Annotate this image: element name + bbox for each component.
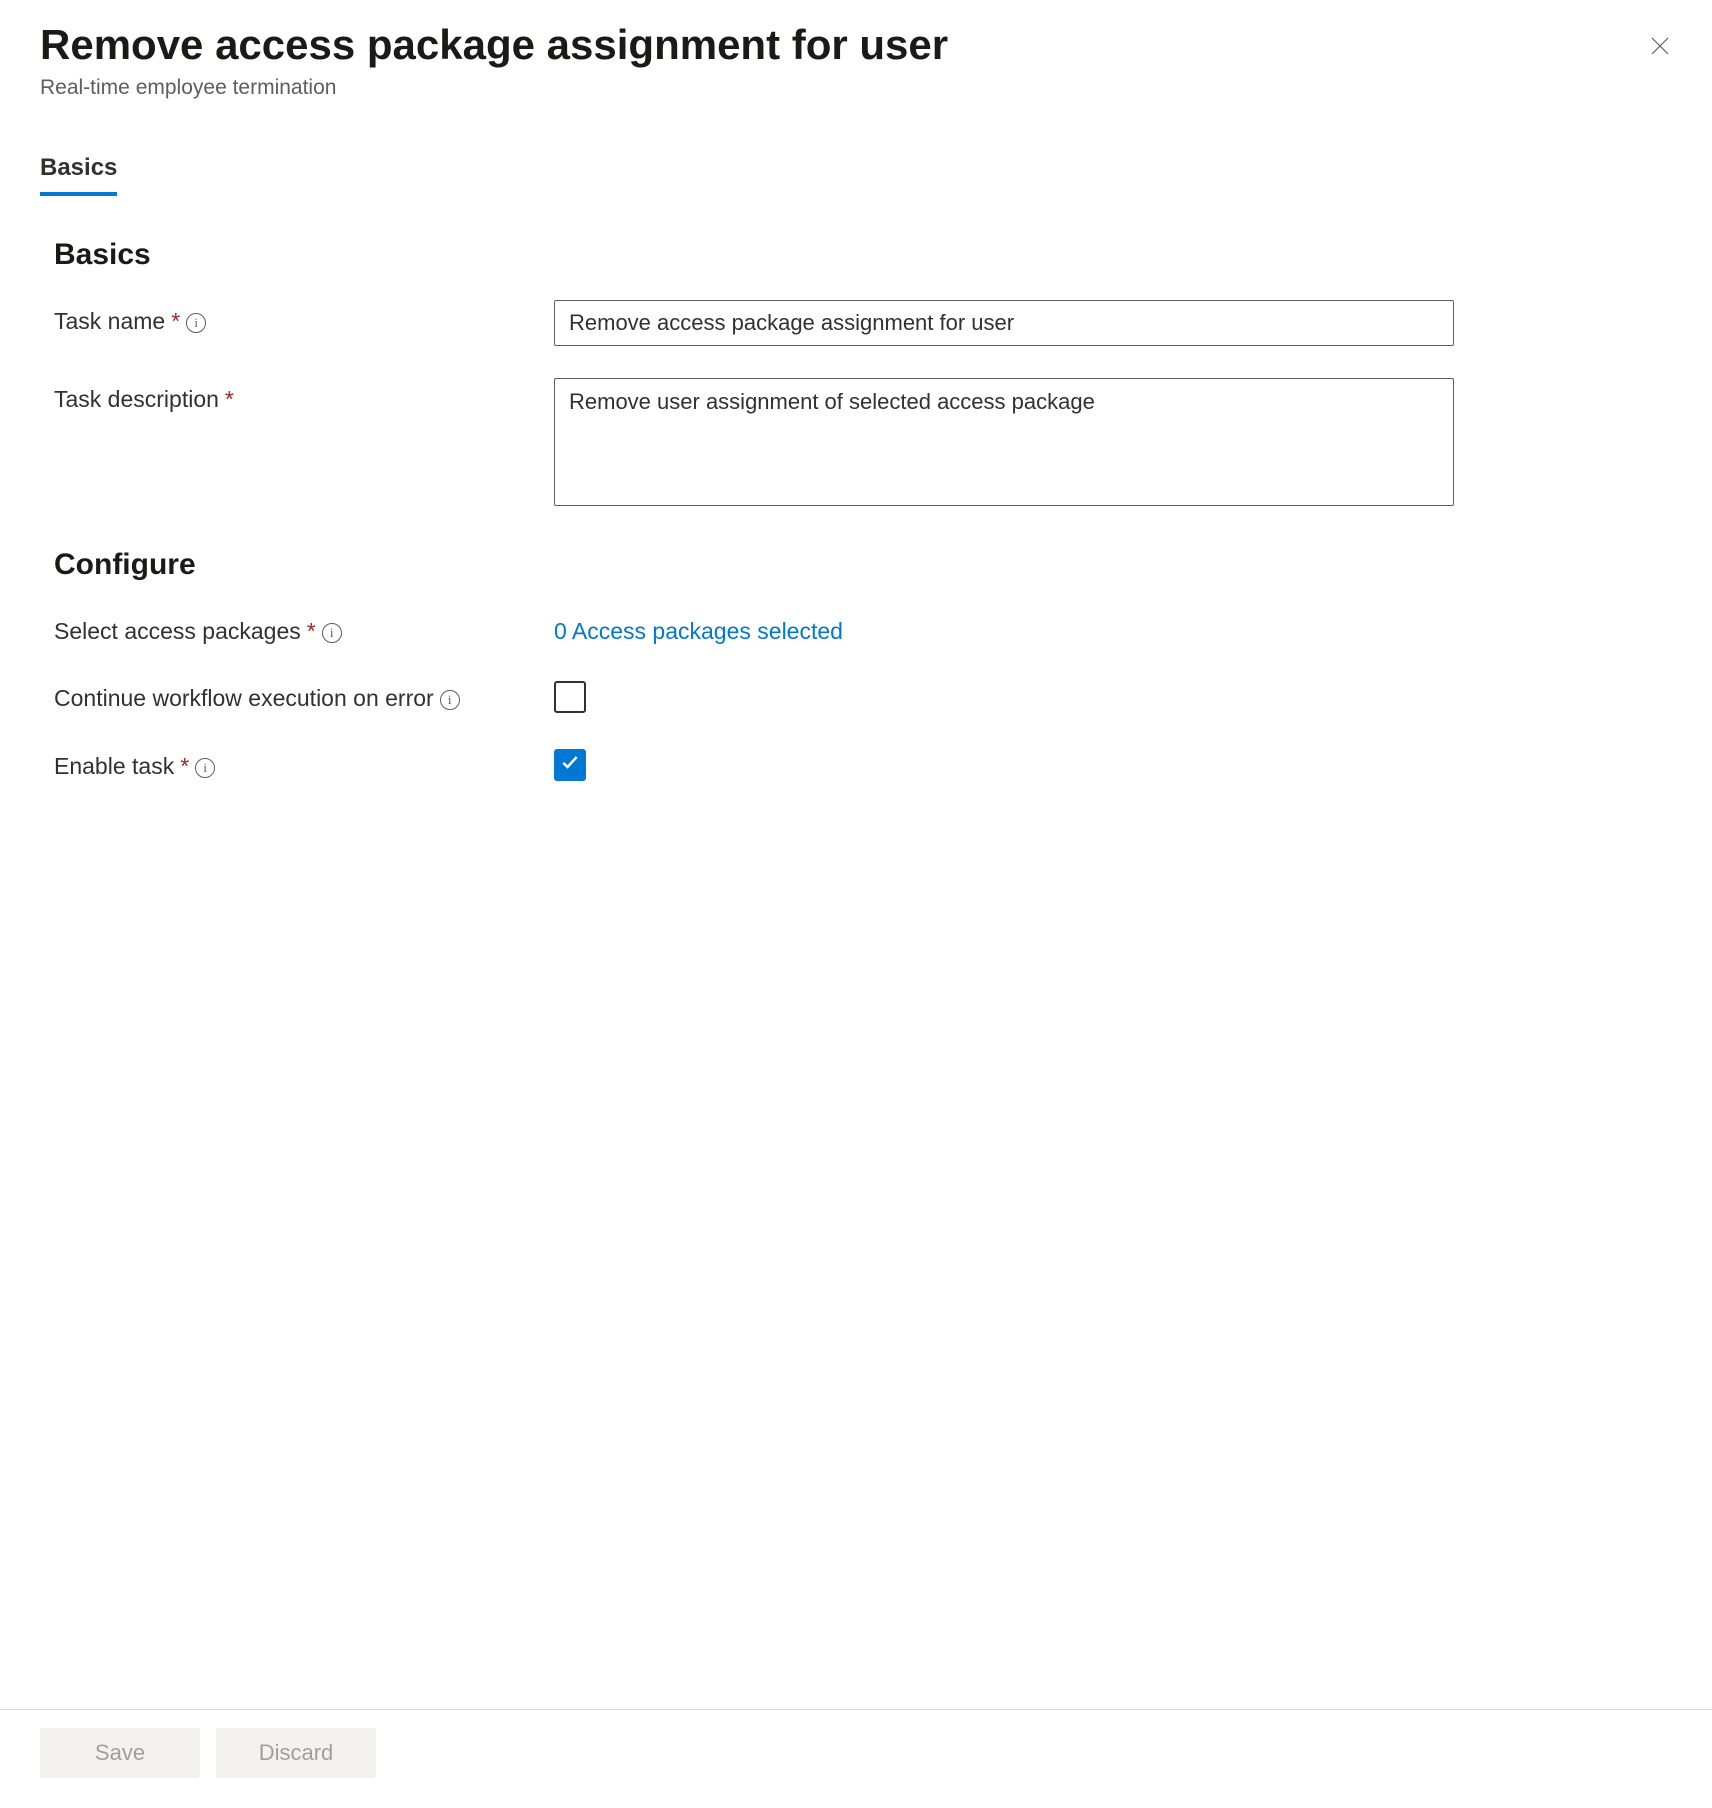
label-text-task-description: Task description [54, 386, 219, 413]
task-panel: Remove access package assignment for use… [0, 0, 1712, 1808]
required-marker: * [171, 308, 180, 335]
task-description-input[interactable]: Remove user assignment of selected acces… [554, 378, 1454, 506]
tab-basics[interactable]: Basics [40, 154, 117, 196]
label-task-description: Task description * [54, 378, 554, 413]
enable-task-checkbox[interactable] [554, 749, 586, 781]
row-select-access-packages: Select access packages * i 0 Access pack… [54, 610, 1672, 645]
basics-form: Task name * i Task description * Remove … [54, 300, 1672, 506]
label-enable-task: Enable task * i [54, 745, 554, 780]
label-task-name: Task name * i [54, 300, 554, 335]
row-task-description: Task description * Remove user assignmen… [54, 378, 1672, 506]
continue-on-error-checkbox[interactable] [554, 681, 586, 713]
info-icon[interactable]: i [440, 690, 460, 710]
panel-footer: Save Discard [0, 1709, 1712, 1808]
task-name-input[interactable] [554, 300, 1454, 346]
label-select-access-packages: Select access packages * i [54, 610, 554, 645]
label-text-enable-task: Enable task [54, 753, 174, 780]
access-packages-link[interactable]: 0 Access packages selected [554, 610, 843, 645]
close-icon [1648, 46, 1672, 61]
info-icon[interactable]: i [195, 758, 215, 778]
label-text-continue-on-error: Continue workflow execution on error [54, 685, 434, 712]
check-icon [560, 752, 580, 778]
label-text-select-access-packages: Select access packages [54, 618, 301, 645]
row-continue-on-error: Continue workflow execution on error i [54, 677, 1672, 713]
save-button[interactable]: Save [40, 1728, 200, 1778]
required-marker: * [307, 618, 316, 645]
label-text-task-name: Task name [54, 308, 165, 335]
info-icon[interactable]: i [322, 623, 342, 643]
section-heading-basics: Basics [54, 238, 1672, 272]
configure-form: Select access packages * i 0 Access pack… [54, 610, 1672, 781]
page-subtitle: Real-time employee termination [40, 76, 948, 100]
info-icon[interactable]: i [186, 313, 206, 333]
panel-header: Remove access package assignment for use… [40, 20, 1672, 100]
required-marker: * [180, 753, 189, 780]
label-continue-on-error: Continue workflow execution on error i [54, 677, 554, 712]
header-text-block: Remove access package assignment for use… [40, 20, 948, 100]
required-marker: * [225, 386, 234, 413]
page-title: Remove access package assignment for use… [40, 20, 948, 70]
row-enable-task: Enable task * i [54, 745, 1672, 781]
discard-button[interactable]: Discard [216, 1728, 376, 1778]
tab-bar: Basics [40, 154, 1672, 196]
section-heading-configure: Configure [54, 548, 1672, 582]
row-task-name: Task name * i [54, 300, 1672, 346]
close-button[interactable] [1640, 26, 1680, 69]
